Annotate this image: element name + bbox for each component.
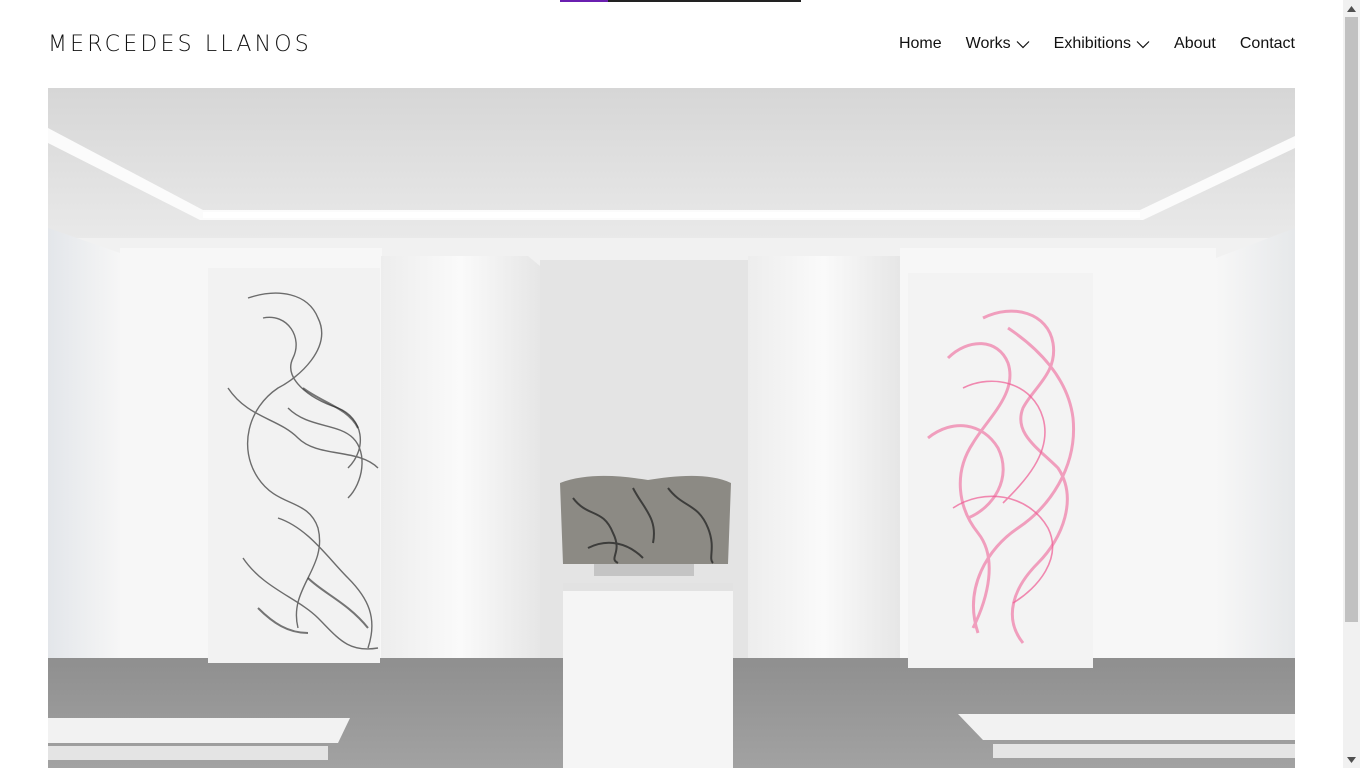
site-header: MERCEDES LLANOS Home Works Exhibitions A… [48,0,1295,88]
scrollbar-thumb[interactable] [1345,17,1358,622]
scroll-down-arrow-icon[interactable] [1343,751,1360,768]
chevron-down-icon [1016,40,1030,48]
chevron-down-icon [1136,40,1150,48]
nav-item-about[interactable]: About [1174,35,1216,53]
gallery-installation-image [48,88,1295,768]
nav-item-label: Contact [1239,35,1295,52]
nav-item-label: Works [965,35,1011,52]
hero-image [48,88,1295,768]
scroll-up-arrow-icon[interactable] [1343,0,1360,17]
nav-item-label: Exhibitions [1053,35,1132,52]
nav-item-label: Home [898,35,942,52]
nav-item-label: About [1174,35,1216,52]
page-scrollbar[interactable] [1343,0,1360,768]
site-title-link[interactable]: MERCEDES LLANOS [48,32,312,57]
nav-item-works[interactable]: Works [966,35,1030,53]
page: MERCEDES LLANOS Home Works Exhibitions A… [0,0,1343,768]
nav-item-home[interactable]: Home [899,35,942,53]
main-nav: Home Works Exhibitions About Contact [899,35,1295,53]
nav-item-exhibitions[interactable]: Exhibitions [1054,35,1150,53]
nav-item-contact[interactable]: Contact [1240,35,1295,53]
